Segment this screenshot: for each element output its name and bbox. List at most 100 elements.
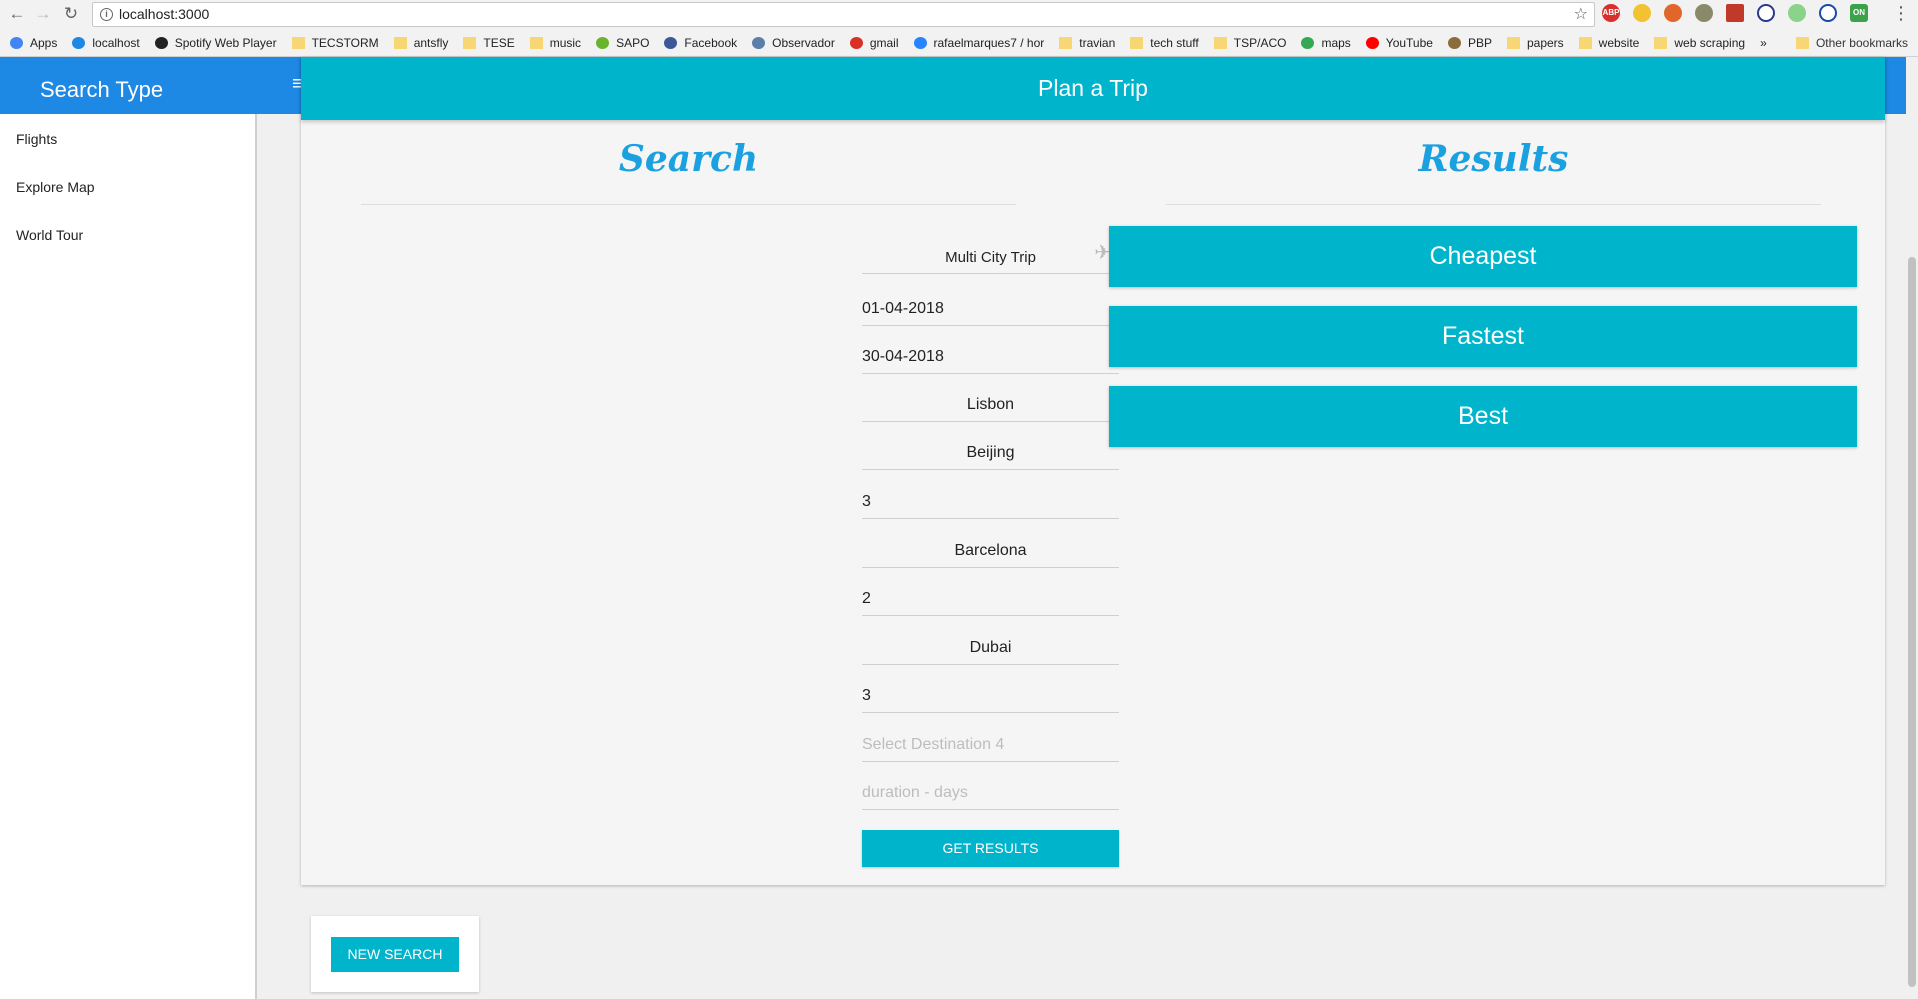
bookmark-label: TESE bbox=[483, 36, 515, 50]
trip-type-select[interactable]: Multi City Trip ✈ bbox=[862, 226, 1119, 274]
bookmark-label: Facebook bbox=[684, 36, 738, 50]
fastest-button[interactable]: Fastest bbox=[1109, 306, 1857, 367]
flame-icon[interactable] bbox=[1664, 4, 1682, 22]
bookmark-item[interactable]: localhost bbox=[72, 33, 140, 53]
bookmark-item[interactable]: maps bbox=[1301, 33, 1351, 53]
bookmark-item[interactable]: rafaelmarques7 / hor bbox=[913, 33, 1044, 53]
bookmark-label: TSP/ACO bbox=[1233, 36, 1287, 50]
bookmark-item[interactable]: website bbox=[1578, 33, 1639, 53]
bookmark-item[interactable]: web scraping bbox=[1654, 33, 1745, 53]
reload-icon[interactable]: ↻ bbox=[60, 3, 82, 25]
folder-icon bbox=[1059, 37, 1073, 49]
back-arrow-icon[interactable]: ← bbox=[6, 3, 28, 25]
new-search-card: NEW SEARCH bbox=[311, 916, 479, 992]
cheapest-button[interactable]: Cheapest bbox=[1109, 226, 1857, 287]
start-date-field[interactable]: 01-04-2018 bbox=[862, 278, 1119, 326]
bookmark-item[interactable]: Observador bbox=[752, 33, 835, 53]
folder-icon bbox=[463, 37, 477, 49]
bookmark-star-icon[interactable]: ☆ bbox=[1574, 3, 1588, 26]
browser-toolbar: ← → ↻ i localhost:3000 ☆ ABP ON ⋮ Apps lo… bbox=[0, 0, 1918, 57]
bookmark-item[interactable]: PBP bbox=[1447, 33, 1492, 53]
bookmark-item[interactable]: TECSTORM bbox=[291, 33, 379, 53]
new-search-button[interactable]: NEW SEARCH bbox=[331, 937, 459, 972]
bookmark-item[interactable]: gmail bbox=[849, 33, 899, 53]
info-icon[interactable]: i bbox=[100, 8, 113, 21]
extension-red-icon[interactable] bbox=[1726, 4, 1744, 22]
cors-icon[interactable]: ON bbox=[1850, 4, 1868, 22]
circle-icon bbox=[752, 37, 766, 49]
card-header: Plan a Trip bbox=[301, 57, 1885, 120]
bitbucket-icon bbox=[913, 37, 927, 49]
folder-icon bbox=[1130, 37, 1144, 49]
folder-icon bbox=[1213, 37, 1227, 49]
apps-grid-icon bbox=[10, 37, 23, 49]
bookmark-item[interactable]: papers bbox=[1506, 33, 1564, 53]
get-results-button[interactable]: GET RESULTS bbox=[862, 830, 1119, 867]
bookmark-item[interactable]: tech stuff bbox=[1130, 33, 1199, 53]
bookmark-label: gmail bbox=[869, 36, 899, 50]
folder-icon bbox=[1795, 37, 1809, 49]
destination-1-select[interactable]: Beijing bbox=[862, 422, 1119, 470]
bookmark-item[interactable]: TESE bbox=[463, 33, 515, 53]
page-scrollbar[interactable] bbox=[1906, 57, 1918, 999]
bookmark-item[interactable]: travian bbox=[1059, 33, 1115, 53]
bookmark-label: SAPO bbox=[616, 36, 650, 50]
destination-3-select[interactable]: Dubai bbox=[862, 617, 1119, 665]
menu-dots-icon[interactable]: ⋮ bbox=[1892, 3, 1910, 24]
bookmark-label: YouTube bbox=[1385, 36, 1433, 50]
bookmark-label: music bbox=[549, 36, 582, 50]
destination-4-select[interactable]: Select Destination 4 bbox=[862, 714, 1119, 762]
bookmark-item[interactable]: Apps bbox=[10, 33, 57, 53]
shield-extension-icon[interactable] bbox=[1695, 4, 1713, 22]
folder-icon bbox=[291, 37, 305, 49]
bookmarks-bar: Apps localhost Spotify Web Player TECSTORM a… bbox=[10, 33, 1767, 53]
scrollbar-thumb[interactable] bbox=[1908, 257, 1916, 987]
extension-green-icon[interactable] bbox=[1788, 4, 1806, 22]
bookmark-label: web scraping bbox=[1674, 36, 1746, 50]
bookmark-label: Observador bbox=[772, 36, 835, 50]
folder-icon bbox=[1506, 37, 1520, 49]
bookmark-item[interactable]: YouTube bbox=[1365, 33, 1433, 53]
sidebar-item-explore-map[interactable]: Explore Map bbox=[16, 179, 95, 195]
duration-3-field[interactable]: 3 bbox=[862, 665, 1119, 713]
bookmark-item[interactable]: antsfly bbox=[393, 33, 449, 53]
spotify-icon bbox=[154, 37, 168, 49]
end-date-field[interactable]: 30-04-2018 bbox=[862, 326, 1119, 374]
sidebar: Flights Explore Map World Tour bbox=[0, 114, 257, 999]
sidebar-item-flights[interactable]: Flights bbox=[16, 131, 57, 147]
lightbulb-icon[interactable] bbox=[1633, 4, 1651, 22]
bookmark-item[interactable]: music bbox=[529, 33, 582, 53]
destination-2-select[interactable]: Barcelona bbox=[862, 520, 1119, 568]
duration-2-field[interactable]: 2 bbox=[862, 568, 1119, 616]
other-bookmarks[interactable]: Other bookmarks bbox=[1795, 33, 1908, 53]
url-text: localhost:3000 bbox=[119, 6, 210, 22]
extensions-bar: ABP ON bbox=[1602, 4, 1868, 24]
bookmark-label: antsfly bbox=[413, 36, 449, 50]
youtube-icon bbox=[1365, 37, 1379, 49]
more-bookmarks-chevron[interactable]: » bbox=[1760, 36, 1767, 50]
duration-1-field[interactable]: 3 bbox=[862, 471, 1119, 519]
bookmark-item[interactable]: TSP/ACO bbox=[1213, 33, 1287, 53]
pbp-icon bbox=[1447, 37, 1461, 49]
block-icon[interactable] bbox=[1757, 4, 1775, 22]
bookmark-label: travian bbox=[1079, 36, 1116, 50]
search-divider bbox=[361, 204, 1016, 205]
origin-select[interactable]: Lisbon bbox=[862, 374, 1119, 422]
bookmark-label: PBP bbox=[1467, 36, 1492, 50]
play-icon[interactable] bbox=[1819, 4, 1837, 22]
bookmark-item[interactable]: SAPO bbox=[596, 33, 649, 53]
folder-icon bbox=[1578, 37, 1592, 49]
bookmark-label: Apps bbox=[30, 36, 58, 50]
bookmark-item[interactable]: Facebook bbox=[664, 33, 737, 53]
bookmark-label: localhost bbox=[92, 36, 140, 50]
best-button[interactable]: Best bbox=[1109, 386, 1857, 447]
forward-arrow-icon[interactable]: → bbox=[32, 3, 54, 25]
sidebar-item-world-tour[interactable]: World Tour bbox=[16, 227, 83, 243]
bookmark-label: papers bbox=[1526, 36, 1564, 50]
adblock-icon[interactable]: ABP bbox=[1602, 4, 1620, 22]
address-bar[interactable]: i localhost:3000 ☆ bbox=[92, 2, 1595, 27]
plan-trip-card: Plan a Trip Search Results Multi City Tr… bbox=[301, 57, 1885, 885]
folder-icon bbox=[1654, 37, 1668, 49]
duration-4-field[interactable]: duration - days bbox=[862, 762, 1119, 810]
bookmark-item[interactable]: Spotify Web Player bbox=[154, 33, 277, 53]
